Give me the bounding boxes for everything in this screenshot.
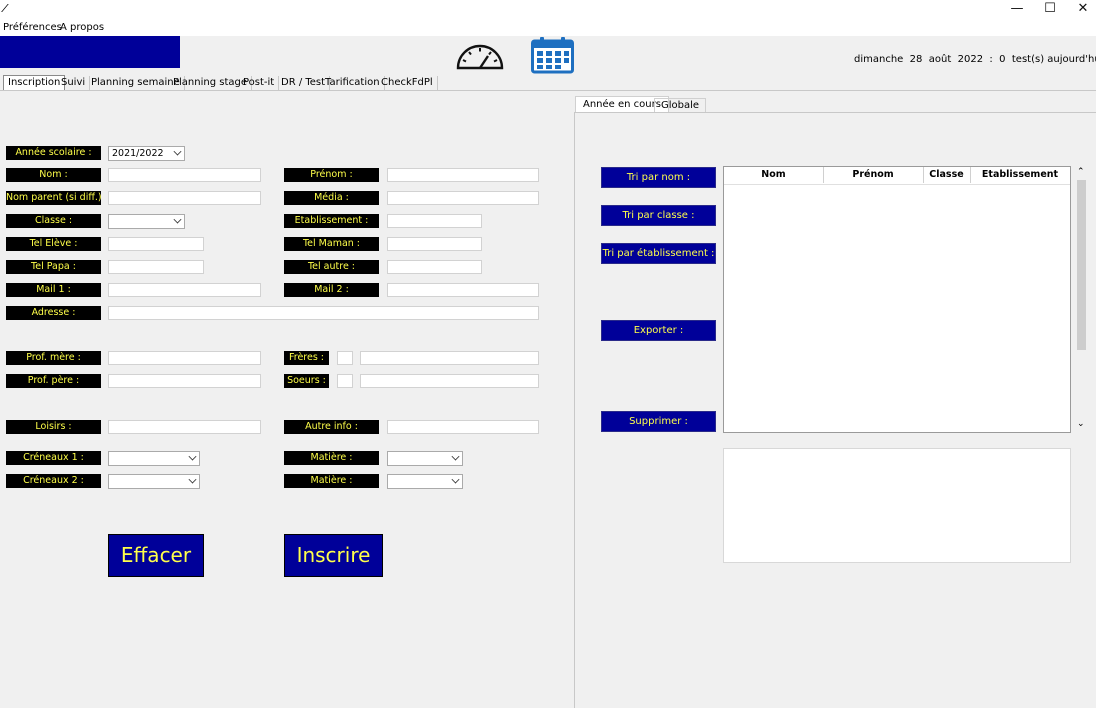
chevron-down-icon [173, 215, 182, 224]
classe-select[interactable] [108, 214, 185, 229]
tab-post-it[interactable]: Post-it [239, 76, 280, 90]
effacer-button[interactable]: Effacer [108, 534, 204, 577]
label-nom-parent: Nom parent (si diff.) : [6, 191, 101, 205]
label-mail-2: Mail 2 : [284, 283, 379, 297]
exporter-button[interactable]: Exporter : [601, 320, 716, 341]
scroll-down-icon[interactable]: ⌄ [1077, 419, 1085, 429]
soeurs-count-field[interactable] [337, 374, 353, 388]
adresse-field[interactable] [108, 306, 539, 320]
maximize-button[interactable]: ☐ [1033, 0, 1067, 18]
tab-separator [0, 90, 1096, 91]
label-creneaux-1: Créneaux 1 : [6, 451, 101, 465]
tel-papa-field[interactable] [108, 260, 204, 274]
label-loisirs: Loisirs : [6, 420, 101, 434]
autre-info-field[interactable] [387, 420, 539, 434]
freres-count-field[interactable] [337, 351, 353, 365]
tel-maman-field[interactable] [387, 237, 482, 251]
etablissement-field[interactable] [387, 214, 482, 228]
menu-bar: Préférences A propos [0, 20, 1096, 36]
label-classe: Classe : [6, 214, 101, 228]
label-autre-info: Autre info : [284, 420, 379, 434]
tab-suivi[interactable]: Suivi [57, 76, 91, 90]
creneaux-1-select[interactable] [108, 451, 200, 466]
panel-divider [574, 112, 575, 708]
loisirs-field[interactable] [108, 420, 261, 434]
column-header-prenom[interactable]: Prénom [823, 167, 924, 183]
label-nom: Nom : [6, 168, 101, 182]
title-bar: ⁄ — ☐ ✕ [0, 0, 1096, 20]
label-adresse: Adresse : [6, 306, 101, 320]
scrollbar-thumb[interactable] [1077, 180, 1086, 350]
status-text: dimanche 28 août 2022 : 0 test(s) aujour… [854, 54, 1096, 65]
creneaux-2-select[interactable] [108, 474, 200, 489]
app-feather-icon: ⁄ [4, 2, 6, 15]
students-table[interactable]: Nom Prénom Classe Etablissement [723, 166, 1071, 433]
mail-2-field[interactable] [387, 283, 539, 297]
label-matiere-1: Matière : [284, 451, 379, 465]
label-tel-papa: Tel Papa : [6, 260, 101, 274]
label-matiere-2: Matière : [284, 474, 379, 488]
nom-parent-field[interactable] [108, 191, 261, 205]
tab-checkfdpl[interactable]: CheckFdPl [377, 76, 438, 90]
label-soeurs: Soeurs : [284, 374, 329, 388]
chevron-down-icon [188, 452, 197, 461]
tel-eleve-field[interactable] [108, 237, 204, 251]
calendar-icon[interactable] [531, 37, 574, 74]
chevron-down-icon [173, 147, 182, 156]
label-tel-maman: Tel Maman : [284, 237, 379, 251]
annee-scolaire-select[interactable]: 2021/2022 [108, 146, 185, 161]
tab-globale[interactable]: Globale [654, 98, 707, 113]
logo-banner [0, 36, 180, 68]
mail-1-field[interactable] [108, 283, 261, 297]
label-tel-eleve: Tel Elève : [6, 237, 101, 251]
menu-preferences[interactable]: Préférences [3, 22, 62, 33]
prof-mere-field[interactable] [108, 351, 261, 365]
matiere-1-select[interactable] [387, 451, 463, 466]
column-header-classe[interactable]: Classe [923, 167, 971, 183]
minimize-button[interactable]: — [1000, 0, 1034, 18]
scroll-up-icon[interactable]: ⌃ [1077, 167, 1085, 177]
label-creneaux-2: Créneaux 2 : [6, 474, 101, 488]
chevron-down-icon [188, 475, 197, 484]
close-button[interactable]: ✕ [1066, 0, 1096, 18]
table-header: Nom Prénom Classe Etablissement [724, 167, 1070, 185]
inscrire-button[interactable]: Inscrire [284, 534, 383, 577]
label-prenom: Prénom : [284, 168, 379, 182]
media-field[interactable] [387, 191, 539, 205]
label-prof-mere: Prof. mère : [6, 351, 101, 365]
prof-pere-field[interactable] [108, 374, 261, 388]
menu-a-propos[interactable]: A propos [60, 22, 104, 33]
tri-par-classe-button[interactable]: Tri par classe : [601, 205, 716, 226]
tab-tarification[interactable]: Tarification [321, 76, 385, 90]
label-etablissement: Etablissement : [284, 214, 379, 228]
chevron-down-icon [451, 452, 460, 461]
table-scrollbar[interactable]: ⌃ ⌄ [1074, 166, 1090, 433]
freres-field[interactable] [360, 351, 539, 365]
details-textbox[interactable] [723, 448, 1071, 563]
matiere-2-select[interactable] [387, 474, 463, 489]
prenom-field[interactable] [387, 168, 539, 182]
nom-field[interactable] [108, 168, 261, 182]
tri-par-nom-button[interactable]: Tri par nom : [601, 167, 716, 188]
right-tab-separator [575, 112, 1096, 113]
label-freres: Frères : [284, 351, 329, 365]
speedometer-icon[interactable] [455, 43, 505, 71]
tel-autre-field[interactable] [387, 260, 482, 274]
soeurs-field[interactable] [360, 374, 539, 388]
label-tel-autre: Tel autre : [284, 260, 379, 274]
label-prof-pere: Prof. père : [6, 374, 101, 388]
label-mail-1: Mail 1 : [6, 283, 101, 297]
tri-par-etablissement-button[interactable]: Tri par établissement : [601, 243, 716, 264]
label-media: Média : [284, 191, 379, 205]
column-header-etablissement[interactable]: Etablissement [970, 167, 1070, 183]
label-annee-scolaire: Année scolaire : [6, 146, 101, 160]
supprimer-button[interactable]: Supprimer : [601, 411, 716, 432]
column-header-nom[interactable]: Nom [724, 167, 824, 183]
chevron-down-icon [451, 475, 460, 484]
right-panel-tabs: Année en cours Globale [575, 96, 1096, 113]
